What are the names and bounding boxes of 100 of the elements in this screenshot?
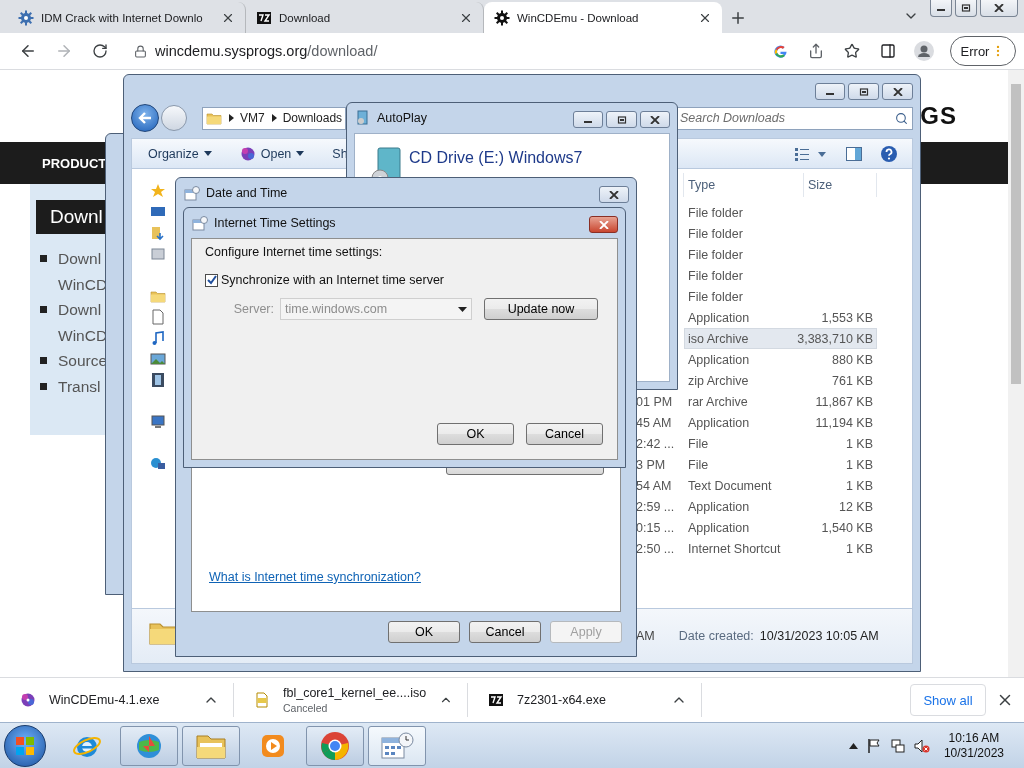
- close-button[interactable]: [599, 186, 629, 203]
- volume-muted-icon[interactable]: [913, 737, 930, 754]
- file-row[interactable]: iso Archive 3,383,710 KB: [684, 328, 877, 349]
- close-button[interactable]: [640, 111, 670, 128]
- show-all-button[interactable]: Show all: [910, 684, 986, 716]
- close-button[interactable]: [882, 83, 913, 100]
- file-row[interactable]: Application 11,194 KB: [684, 412, 877, 433]
- disc-icon: [239, 145, 256, 162]
- file-size: 1,540 KB: [821, 520, 873, 535]
- file-type: zip Archive: [688, 373, 750, 388]
- list-link[interactable]: Transl: [58, 373, 101, 399]
- update-now-button[interactable]: Update now: [484, 298, 598, 320]
- reload-icon[interactable]: [92, 43, 108, 59]
- checkbox-label[interactable]: Synchronize with an Internet time server: [221, 273, 445, 287]
- dialog-button[interactable]: OK: [437, 423, 514, 445]
- file-row[interactable]: Application 1,553 KB: [684, 307, 877, 328]
- taskbar-button[interactable]: [182, 725, 240, 766]
- window-title: AutoPlay: [377, 111, 428, 125]
- maximize-button[interactable]: [848, 83, 879, 100]
- view-options-icon[interactable]: [794, 146, 828, 161]
- file-type: Application: [688, 520, 751, 535]
- minimize-button[interactable]: [930, 0, 952, 17]
- caret-up-icon[interactable]: [848, 742, 858, 749]
- file-type: Text Document: [688, 478, 773, 493]
- start-button[interactable]: [4, 724, 46, 767]
- file-row[interactable]: File 1 KB: [684, 454, 877, 475]
- file-row[interactable]: File folder: [684, 286, 877, 307]
- bullet-icon: [40, 357, 47, 364]
- nav-link[interactable]: PRODUCT: [42, 155, 107, 171]
- autoplay-icon: [355, 110, 371, 126]
- file-size: 11,867 KB: [815, 394, 873, 409]
- file-row[interactable]: File folder: [684, 244, 877, 265]
- list-link[interactable]: Source: [58, 348, 108, 374]
- list-link[interactable]: WinCD: [58, 271, 108, 297]
- side-panel-icon[interactable]: [880, 43, 896, 59]
- detail-value: 10/31/2023 10:05 AM: [759, 629, 879, 643]
- organize-menu[interactable]: Organize: [148, 146, 212, 161]
- sync-checkbox[interactable]: [205, 273, 218, 287]
- flag-icon[interactable]: [865, 737, 882, 754]
- close-button[interactable]: [589, 216, 618, 233]
- file-type: File: [688, 436, 710, 451]
- maximize-button[interactable]: [606, 111, 637, 128]
- file-row[interactable]: File folder: [684, 202, 877, 223]
- back-icon[interactable]: [19, 42, 37, 60]
- browser-tab[interactable]: WinCDEmu - Download: [484, 2, 722, 33]
- file-row[interactable]: Text Document 1 KB: [684, 475, 877, 496]
- url-text[interactable]: wincdemu.sysprogs.org/download/: [155, 43, 378, 59]
- archive-icon: [256, 9, 272, 26]
- download-item[interactable]: WinCDEmu-4.1.exe: [0, 683, 234, 717]
- scrollbar[interactable]: [1008, 70, 1024, 677]
- address-bar[interactable]: VM7 Downloads: [202, 106, 346, 130]
- file-row[interactable]: Application 1,540 KB: [684, 517, 877, 538]
- dialog-button[interactable]: Cancel: [469, 621, 541, 643]
- file-row[interactable]: File folder: [684, 265, 877, 286]
- download-item[interactable]: 7z2301-x64.exe: [468, 683, 702, 717]
- list-link[interactable]: WinCD: [58, 322, 108, 348]
- download-item[interactable]: fbl_core1_kernel_ee....iso Canceled: [234, 683, 468, 717]
- clock[interactable]: 10:16 AM 10/31/2023: [943, 730, 1004, 761]
- file-row[interactable]: File folder: [684, 223, 877, 244]
- taskbar-button[interactable]: [120, 725, 178, 766]
- help-link[interactable]: What is Internet time synchronization?: [209, 570, 421, 584]
- file-row[interactable]: Application 880 KB: [684, 349, 877, 370]
- list-link[interactable]: Downl: [58, 246, 108, 272]
- scroll-thumb[interactable]: [1011, 84, 1021, 384]
- browser-tab[interactable]: IDM Crack with Internet Downlo: [8, 2, 246, 33]
- column-header[interactable]: Size: [804, 173, 877, 197]
- close-button[interactable]: [980, 0, 1018, 17]
- download-name: fbl_core1_kernel_ee....iso: [283, 686, 427, 700]
- preview-pane-icon[interactable]: [846, 146, 862, 161]
- dialog-button[interactable]: Cancel: [526, 423, 603, 445]
- search-icon[interactable]: [895, 111, 908, 125]
- open-menu[interactable]: Open: [239, 145, 305, 162]
- network-icon[interactable]: [889, 737, 906, 754]
- file-row[interactable]: zip Archive 761 KB: [684, 370, 877, 391]
- share-icon[interactable]: [808, 43, 824, 59]
- profile-icon[interactable]: [914, 41, 934, 61]
- recent-icon: [150, 245, 166, 262]
- taskbar-button[interactable]: [306, 725, 364, 766]
- search-field[interactable]: Search Downloads: [675, 106, 913, 130]
- list-link[interactable]: Downl: [58, 297, 108, 323]
- minimize-button[interactable]: [573, 111, 603, 128]
- star-icon[interactable]: [844, 43, 860, 59]
- restore-button[interactable]: [955, 0, 977, 17]
- file-type: rar Archive: [688, 394, 749, 409]
- back-button[interactable]: [131, 104, 159, 132]
- google-icon[interactable]: [772, 43, 788, 59]
- file-row[interactable]: Application 12 KB: [684, 496, 877, 517]
- file-row[interactable]: File 1 KB: [684, 433, 877, 454]
- close-icon: [609, 190, 619, 199]
- taskbar-button[interactable]: [368, 725, 426, 766]
- star-icon: [150, 182, 166, 199]
- lock-icon[interactable]: [134, 44, 147, 58]
- file-date: 2:42 ...: [636, 436, 676, 451]
- file-row[interactable]: rar Archive 11,867 KB: [684, 391, 877, 412]
- dialog-button[interactable]: OK: [388, 621, 460, 643]
- help-icon[interactable]: [880, 144, 898, 163]
- column-header[interactable]: Type: [684, 173, 804, 197]
- browser-tab[interactable]: Download: [246, 2, 484, 33]
- minimize-button[interactable]: [815, 83, 845, 100]
- file-row[interactable]: Internet Shortcut 1 KB: [684, 538, 877, 559]
